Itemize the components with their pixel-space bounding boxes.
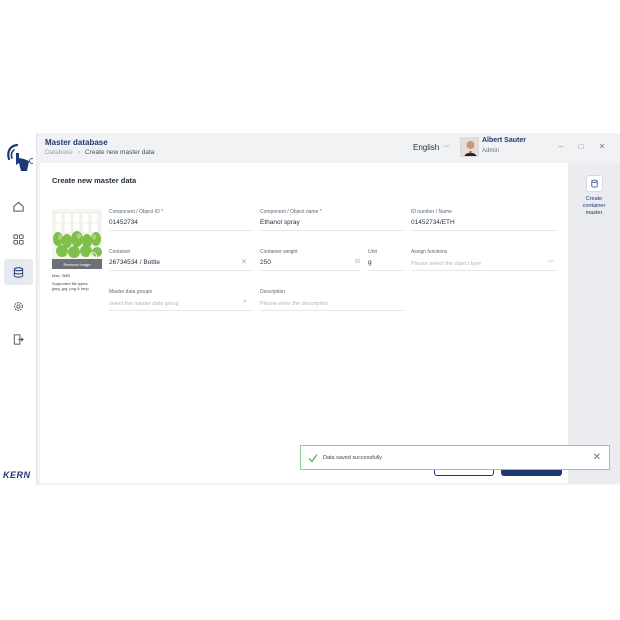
breadcrumb-item-database[interactable]: Database bbox=[45, 149, 73, 156]
remove-image-button[interactable]: Remove image bbox=[52, 259, 102, 269]
chevron-down-icon: ﹀ bbox=[443, 146, 450, 152]
avatar[interactable] bbox=[460, 137, 479, 157]
success-toast: Data saved successfully ✕ bbox=[300, 445, 610, 470]
sidebar: KERN bbox=[0, 133, 37, 485]
touch-logo-icon bbox=[7, 143, 33, 171]
field-underline bbox=[109, 230, 253, 231]
form-card: Create new master data Remove image Max: bbox=[40, 163, 568, 483]
kern-brand: KERN bbox=[3, 470, 31, 480]
unit-label: Unit bbox=[368, 249, 377, 255]
container-weight-field[interactable]: Container weight 250 ⊟ bbox=[260, 249, 360, 273]
field-underline bbox=[109, 270, 253, 271]
side-panel: Create container master bbox=[568, 163, 620, 483]
user-role: Admin bbox=[482, 148, 500, 154]
grid-icon bbox=[13, 233, 24, 245]
sidebar-item-settings[interactable] bbox=[4, 293, 33, 319]
cylinder-icon bbox=[590, 179, 598, 188]
id-number-value: 01452734/ETH bbox=[411, 219, 455, 226]
logout-icon bbox=[13, 333, 24, 345]
gear-icon bbox=[14, 301, 23, 311]
field-underline bbox=[411, 230, 557, 231]
assign-functions-label: Assign functions bbox=[411, 249, 448, 255]
close-window-button[interactable]: ✕ bbox=[597, 142, 607, 151]
database-icon bbox=[13, 266, 24, 278]
component-id-value: 01452734 bbox=[109, 219, 138, 226]
app-window: KERN Master database Database › Create n… bbox=[0, 133, 620, 485]
unit-field[interactable]: Unit g bbox=[368, 249, 404, 273]
field-underline bbox=[368, 270, 404, 271]
toast-message: Data saved successfully bbox=[323, 455, 382, 461]
container-label: Container bbox=[109, 249, 131, 255]
description-label: Description bbox=[260, 289, 286, 295]
clear-icon[interactable]: ✕ bbox=[241, 258, 247, 266]
master-groups-field[interactable]: Master data groups select the master dat… bbox=[109, 289, 253, 313]
sidebar-item-dashboard[interactable] bbox=[4, 226, 33, 252]
component-name-field[interactable]: Component / Object name * Ethanol spray bbox=[260, 209, 404, 233]
image-max-size-note: Max: 2MB bbox=[52, 273, 71, 278]
id-number-field[interactable]: ID number / Name 01452734/ETH bbox=[411, 209, 557, 233]
container-weight-label: Container weight bbox=[260, 249, 298, 255]
image-extensions-note: jpeg, jpg, png & bmp bbox=[52, 286, 89, 291]
page-title: Master database bbox=[45, 138, 108, 147]
sidebar-item-home[interactable] bbox=[4, 193, 33, 219]
description-placeholder: Please enter the description bbox=[260, 301, 329, 307]
master-groups-placeholder: select the master data group bbox=[109, 301, 179, 307]
home-icon bbox=[13, 201, 24, 212]
id-number-label: ID number / Name bbox=[411, 209, 452, 215]
master-groups-label: Master data groups bbox=[109, 289, 153, 295]
container-icon bbox=[585, 175, 603, 192]
create-container-master-button[interactable]: Create container master bbox=[574, 175, 614, 217]
container-weight-value: 250 bbox=[260, 259, 271, 266]
component-id-field[interactable]: Component / Object ID * 01452734 bbox=[109, 209, 253, 233]
breadcrumb-item-current: Create new master data bbox=[85, 149, 155, 156]
search-icon[interactable]: ⌕ bbox=[243, 298, 247, 306]
field-underline bbox=[260, 270, 360, 271]
assign-functions-placeholder: Please select the object type bbox=[411, 261, 482, 267]
create-container-label-2: container bbox=[582, 203, 606, 209]
create-container-label-1: Create bbox=[585, 196, 603, 202]
minimize-button[interactable]: – bbox=[556, 142, 566, 151]
container-field[interactable]: Container 26734534 / Bottle ✕ bbox=[109, 249, 253, 273]
unit-value: g bbox=[368, 259, 372, 266]
title-bar: Master database Database › Create new ma… bbox=[38, 133, 620, 163]
chevron-right-icon: › bbox=[77, 149, 80, 156]
maximize-button[interactable]: □ bbox=[576, 142, 586, 151]
check-icon bbox=[308, 454, 318, 463]
field-underline bbox=[260, 310, 404, 311]
user-photo-icon bbox=[461, 138, 478, 156]
user-name: Albert Sauter bbox=[482, 137, 526, 144]
component-name-value: Ethanol spray bbox=[260, 219, 300, 226]
language-select[interactable]: English ﹀ bbox=[413, 143, 449, 152]
scale-icon[interactable]: ⊟ bbox=[355, 258, 360, 265]
close-icon[interactable]: ✕ bbox=[593, 452, 601, 463]
description-field[interactable]: Description Please enter the description bbox=[260, 289, 404, 313]
sidebar-item-logout[interactable] bbox=[4, 326, 33, 352]
field-underline bbox=[109, 310, 253, 311]
language-value: English bbox=[413, 143, 440, 152]
component-id-label: Component / Object ID * bbox=[109, 209, 164, 215]
sidebar-item-database[interactable] bbox=[4, 259, 33, 285]
container-value: 26734534 / Bottle bbox=[109, 259, 160, 266]
create-container-label-3: master bbox=[585, 210, 603, 216]
form-title: Create new master data bbox=[52, 176, 137, 185]
field-underline bbox=[411, 270, 557, 271]
chevron-down-icon: ﹀ bbox=[547, 261, 554, 267]
component-name-label: Component / Object name * bbox=[260, 209, 322, 215]
assign-functions-select[interactable]: Assign functions Please select the objec… bbox=[411, 249, 557, 273]
field-underline bbox=[260, 230, 404, 231]
breadcrumb: Database › Create new master data bbox=[45, 149, 154, 156]
